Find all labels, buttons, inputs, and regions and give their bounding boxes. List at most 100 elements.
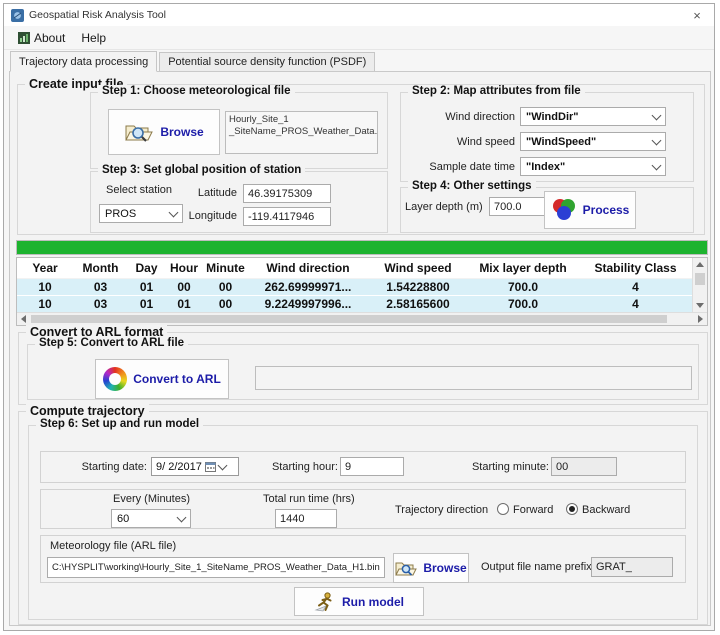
total-run-time-label: Total run time (hrs) (263, 493, 355, 505)
weather-data-table: Year Month Day Hour Minute Wind directio… (16, 257, 708, 326)
backward-radio[interactable] (566, 503, 578, 515)
cell: 01 (128, 279, 165, 295)
every-minutes-select[interactable]: 60 (111, 509, 191, 528)
col-month[interactable]: Month (73, 258, 128, 278)
every-minutes-label: Every (Minutes) (113, 493, 190, 505)
scroll-right-icon[interactable] (698, 315, 703, 323)
starting-minute-field[interactable]: 00 (551, 457, 617, 476)
wind-speed-select[interactable]: "WindSpeed" (520, 132, 666, 151)
forward-radio[interactable] (497, 503, 509, 515)
cell: 03 (73, 279, 128, 295)
col-minute[interactable]: Minute (203, 258, 248, 278)
table-row[interactable]: 10 03 01 01 00 9.2249997996... 2.5816560… (17, 296, 693, 313)
longitude-label: Longitude (175, 210, 237, 222)
col-hour[interactable]: Hour (165, 258, 203, 278)
latitude-value: 46.39175309 (248, 188, 312, 200)
chevron-down-icon (652, 160, 662, 170)
menu-help-label: Help (81, 31, 106, 45)
tab-psdf[interactable]: Potential source density function (PSDF) (159, 52, 375, 72)
forward-radio-label[interactable]: Forward (513, 504, 553, 516)
step6-title: Step 6: Set up and run model (36, 418, 203, 430)
station-select[interactable]: PROS (99, 204, 183, 223)
starting-date-picker[interactable]: 9/ 2/2017 (151, 457, 239, 476)
tab-trajectory-data-processing[interactable]: Trajectory data processing (10, 51, 157, 72)
chevron-down-icon (217, 460, 227, 470)
cell: 2.58165600 (368, 296, 468, 312)
layer-depth-field[interactable]: 700.0 (489, 197, 547, 216)
starting-hour-field[interactable]: 9 (340, 457, 404, 476)
run-model-button[interactable]: Run model (294, 587, 424, 616)
cell: 9.2249997996... (248, 296, 368, 312)
met-file-path-field[interactable]: C:\HYSPLIT\working\Hourly_Site_1_SiteNam… (47, 557, 385, 578)
table-horizontal-scrollbar[interactable] (17, 312, 707, 325)
output-prefix-label: Output file name prefix (481, 561, 592, 573)
about-icon (18, 32, 30, 44)
cell: 4 (578, 279, 693, 295)
arl-progress-bar (255, 366, 692, 390)
cell: 4 (578, 296, 693, 312)
latitude-label: Latitude (175, 187, 237, 199)
col-stability-class[interactable]: Stability Class (578, 258, 693, 278)
process-progress-fill (17, 241, 707, 254)
col-wind-speed[interactable]: Wind speed (368, 258, 468, 278)
starting-date-value: 9/ 2/2017 (156, 461, 202, 473)
compute-trajectory-title: Compute trajectory (26, 404, 149, 418)
browse-met-file-label: Browse (160, 125, 203, 139)
latitude-field[interactable]: 46.39175309 (243, 184, 331, 203)
scroll-left-icon[interactable] (21, 315, 26, 323)
sample-date-time-value: "Index" (526, 161, 565, 173)
wind-speed-value: "WindSpeed" (526, 136, 596, 148)
col-wind-direction[interactable]: Wind direction (248, 258, 368, 278)
app-icon (11, 9, 24, 22)
table-row[interactable]: 10 03 01 00 00 262.69999971... 1.5422880… (17, 279, 693, 296)
starting-hour-value: 9 (345, 461, 351, 473)
horizontal-scroll-thumb[interactable] (31, 315, 667, 323)
scroll-down-icon[interactable] (696, 303, 704, 308)
col-year[interactable]: Year (17, 258, 73, 278)
col-mix-layer-depth[interactable]: Mix layer depth (468, 258, 578, 278)
starting-minute-value: 00 (556, 461, 568, 473)
convert-to-arl-label: Convert to ARL (133, 372, 221, 386)
backward-radio-label[interactable]: Backward (582, 504, 630, 516)
step3-group: Step 3: Set global position of station (90, 171, 388, 233)
met-file-path-value: C:\HYSPLIT\working\Hourly_Site_1_SiteNam… (52, 562, 380, 573)
cell: 700.0 (468, 296, 578, 312)
chevron-down-icon (652, 110, 662, 120)
rainbow-ring-icon (103, 367, 127, 391)
folder-search-icon (395, 560, 417, 577)
chevron-down-icon (652, 135, 662, 145)
menu-about[interactable]: About (10, 29, 73, 47)
step3-title: Step 3: Set global position of station (98, 164, 305, 176)
met-file-label: Meteorology file (ARL file) (50, 540, 176, 552)
title-bar: Geospatial Risk Analysis Tool × (4, 4, 714, 27)
scroll-up-icon[interactable] (696, 262, 704, 267)
wind-direction-value: "WindDir" (526, 111, 579, 123)
total-run-time-field[interactable]: 1440 (275, 509, 337, 528)
vertical-scroll-thumb[interactable] (695, 273, 705, 285)
menu-help[interactable]: Help (73, 29, 114, 47)
cell: 700.0 (468, 279, 578, 295)
step4-title: Step 4: Other settings (408, 180, 536, 192)
convert-to-arl-button[interactable]: Convert to ARL (95, 359, 229, 399)
met-file-name-line1: Hourly_Site_1 (229, 114, 374, 126)
close-button[interactable]: × (680, 4, 714, 26)
table-vertical-scrollbar[interactable] (692, 258, 707, 312)
process-button[interactable]: Process (544, 191, 636, 229)
starting-hour-label: Starting hour: (268, 461, 338, 473)
wind-direction-select[interactable]: "WindDir" (520, 107, 666, 126)
step5-title: Step 5: Convert to ARL file (35, 337, 188, 349)
longitude-field[interactable]: -119.4117946 (243, 207, 331, 226)
tab-content: Create input file Step 1: Choose meteoro… (9, 71, 711, 626)
output-prefix-field[interactable]: GRAT_ (591, 557, 673, 577)
browse-met-file-button[interactable]: Browse (108, 109, 220, 155)
sample-date-time-select[interactable]: "Index" (520, 157, 666, 176)
cell: 262.69999971... (248, 279, 368, 295)
trajectory-direction-label: Trajectory direction (395, 504, 488, 516)
met-file-name-line2: _SiteName_PROS_Weather_Data.csv (229, 126, 374, 138)
sample-date-time-label: Sample date time (403, 161, 515, 173)
browse-arl-file-button[interactable]: Browse (393, 553, 469, 583)
starting-date-label: Starting date: (80, 461, 147, 473)
table-header-row: Year Month Day Hour Minute Wind directio… (17, 258, 693, 279)
col-day[interactable]: Day (128, 258, 165, 278)
menu-bar: About Help (4, 26, 714, 50)
